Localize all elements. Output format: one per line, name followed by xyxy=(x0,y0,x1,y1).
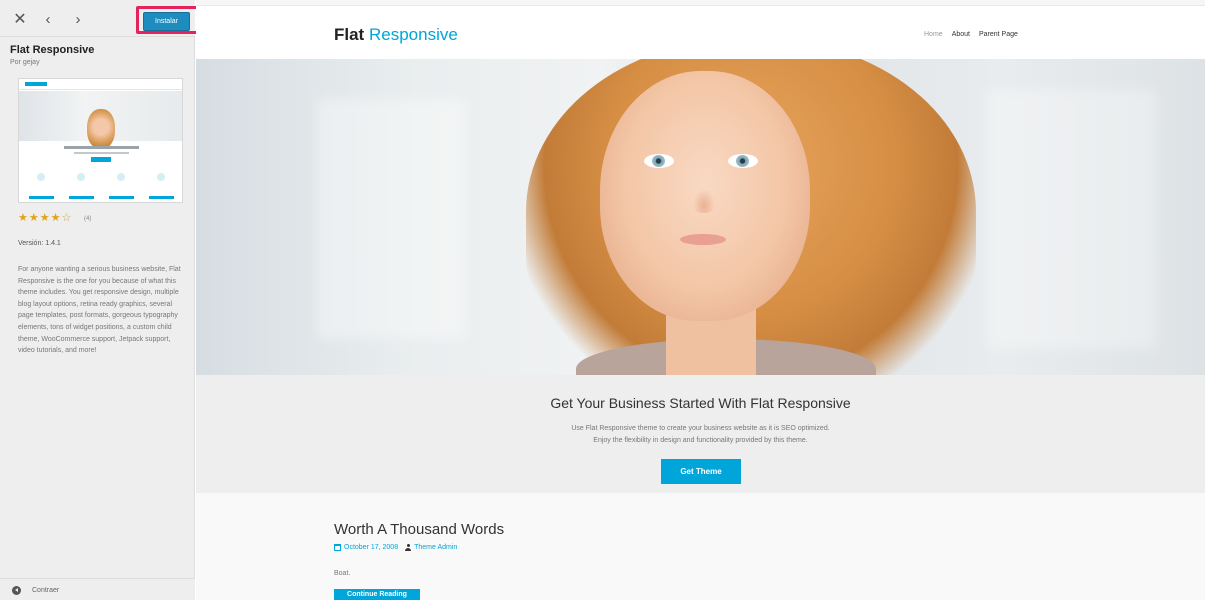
rating-count: (4) xyxy=(84,216,92,222)
menu-item-home[interactable]: Home xyxy=(924,31,943,38)
theme-version: Versión: 1.4.1 xyxy=(18,240,61,247)
get-theme-button[interactable]: Get Theme xyxy=(661,459,741,484)
customizer-panel: ✕ ‹ › Instalar Flat Responsive Por gejay… xyxy=(0,0,203,600)
post-date[interactable]: October 17, 2008 xyxy=(344,544,398,551)
main-menu: Home About Parent Page xyxy=(924,31,1018,38)
screenshot-portrait xyxy=(87,109,115,149)
hero-mouth xyxy=(680,234,726,245)
rating-stars: ★ ★ ★ ★ ☆ xyxy=(18,213,71,224)
screenshot-cta xyxy=(91,157,111,162)
screenshot-subline xyxy=(74,152,129,154)
theme-description: For anyone wanting a serious business we… xyxy=(18,266,181,355)
screenshot-header xyxy=(19,79,182,90)
screenshot-column xyxy=(25,171,58,201)
hero-image xyxy=(196,59,1205,375)
site-preview: Flat Responsive Home About Parent Page G… xyxy=(196,0,1205,600)
collapse-bar[interactable]: Contraer xyxy=(0,578,195,600)
post-author[interactable]: Theme Admin xyxy=(414,544,457,551)
theme-name: Flat Responsive xyxy=(10,44,95,56)
hero-eye-left xyxy=(644,154,674,168)
hero-nose xyxy=(693,189,715,213)
install-button[interactable]: Instalar xyxy=(143,12,190,31)
continue-reading-button[interactable]: Continue Reading xyxy=(334,589,420,600)
star-icon: ★ xyxy=(50,212,61,224)
collapse-label[interactable]: Contraer xyxy=(32,587,59,594)
screenshot-hero xyxy=(19,91,182,149)
screenshot-column xyxy=(65,171,98,201)
hero-background-light xyxy=(316,99,466,339)
brand-accent: Responsive xyxy=(368,25,458,44)
screenshot-logo xyxy=(25,82,47,86)
theme-screenshot xyxy=(18,78,183,203)
theme-author: Por gejay xyxy=(10,59,40,66)
site-header: Flat Responsive Home About Parent Page xyxy=(196,6,1205,59)
star-icon: ★ xyxy=(18,212,28,224)
screenshot-column xyxy=(145,171,178,201)
chevron-right-icon[interactable]: › xyxy=(68,9,88,29)
chevron-left-icon[interactable]: ‹ xyxy=(38,9,58,29)
screenshot-column xyxy=(105,171,138,201)
hero-eye-right xyxy=(728,154,758,168)
install-highlight-box: Instalar xyxy=(136,6,203,34)
star-icon: ★ xyxy=(28,212,39,224)
star-empty-icon: ☆ xyxy=(61,212,72,224)
menu-item-parent-page[interactable]: Parent Page xyxy=(979,31,1018,38)
screenshot-columns xyxy=(25,171,178,201)
cta-text: Use Flat Responsive theme to create your… xyxy=(196,423,1205,447)
site-logo[interactable]: Flat Responsive xyxy=(334,25,458,45)
star-icon: ★ xyxy=(39,212,50,224)
post-meta: October 17, 2008 Theme Admin xyxy=(334,544,457,551)
customizer-toolbar: ✕ ‹ › Instalar xyxy=(0,0,203,37)
hero-background-light xyxy=(986,89,1156,349)
user-icon xyxy=(405,544,412,551)
post-excerpt: Boat. xyxy=(334,570,351,577)
cta-section: Get Your Business Started With Flat Resp… xyxy=(196,375,1205,493)
close-icon[interactable]: ✕ xyxy=(10,9,30,29)
hero-face xyxy=(600,71,810,321)
post-title[interactable]: Worth A Thousand Words xyxy=(334,521,504,538)
screenshot-headline xyxy=(64,146,139,149)
brand-main: Flat xyxy=(334,25,365,44)
cta-text-line: Use Flat Responsive theme to create your… xyxy=(571,425,830,432)
cta-title: Get Your Business Started With Flat Resp… xyxy=(550,395,851,411)
cta-text-line: Enjoy the flexibility in design and func… xyxy=(593,437,808,444)
posts-section: Worth A Thousand Words October 17, 2008 … xyxy=(196,493,1205,600)
calendar-icon xyxy=(334,544,341,551)
menu-item-about[interactable]: About xyxy=(952,31,970,38)
collapse-icon[interactable] xyxy=(12,586,21,595)
